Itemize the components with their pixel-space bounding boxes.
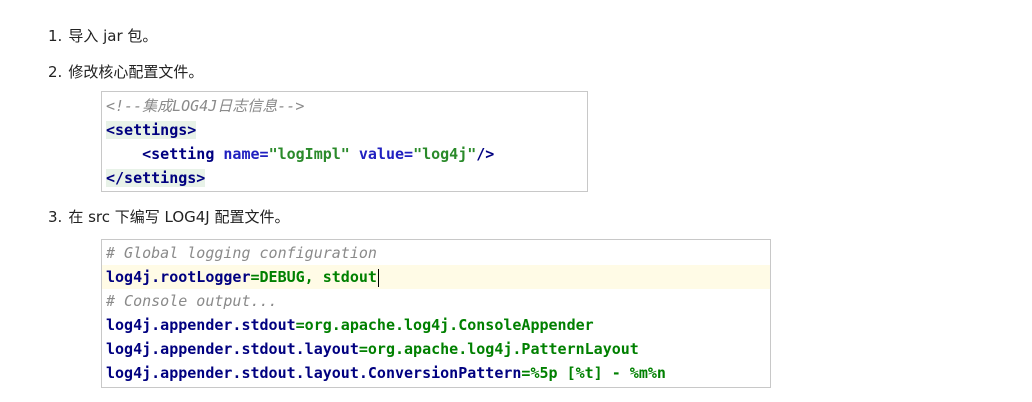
xml-tag: /> — [476, 145, 495, 163]
code-line: <settings> — [102, 118, 587, 142]
code-comment: # Global logging configuration — [106, 244, 377, 262]
step-number: 2. — [48, 63, 63, 81]
step-number: 3. — [48, 208, 63, 226]
step-text: 在 src 下编写 LOG4J 配置文件。 — [68, 208, 290, 226]
prop-value: =%5p [%t] - %m%n — [521, 364, 666, 382]
code-line: log4j.appender.stdout.layout.ConversionP… — [102, 361, 770, 385]
prop-key: log4j.appender.stdout.layout — [106, 340, 359, 358]
prop-value: =DEBUG, stdout — [250, 268, 377, 286]
step-3: 3. 在 src 下编写 LOG4J 配置文件。 — [48, 207, 290, 227]
step-text: 修改核心配置文件。 — [68, 63, 204, 81]
code-comment: # Console output... — [106, 292, 278, 310]
step-1: 1. 导入 jar 包。 — [48, 26, 157, 46]
xml-code-block: <!--集成LOG4J日志信息--> <settings> <setting n… — [101, 91, 588, 192]
xml-attr: name= — [223, 145, 269, 163]
text-caret — [377, 268, 379, 287]
code-line: log4j.appender.stdout=org.apache.log4j.C… — [102, 313, 770, 337]
code-line-current: log4j.rootLogger=DEBUG, stdout — [102, 265, 770, 289]
prop-key: log4j.rootLogger — [106, 268, 251, 286]
xml-tag: <settings> — [106, 121, 197, 139]
step-number: 1. — [48, 27, 63, 45]
code-line: </settings> — [102, 166, 587, 190]
xml-string: "logImpl" — [268, 145, 350, 163]
prop-key: log4j.appender.stdout.layout.ConversionP… — [106, 364, 522, 382]
prop-key: log4j.appender.stdout — [106, 316, 296, 334]
xml-tag: </settings> — [106, 169, 206, 187]
step-text: 导入 jar 包。 — [68, 27, 158, 45]
properties-code-block: # Global logging configuration log4j.roo… — [101, 239, 771, 388]
xml-string: "log4j" — [413, 145, 477, 163]
xml-tag: <setting — [142, 145, 224, 163]
xml-attr: value= — [349, 145, 414, 163]
prop-value: =org.apache.log4j.PatternLayout — [358, 340, 639, 358]
code-line: <setting name="logImpl" value="log4j"/> — [102, 142, 587, 166]
code-comment: <!--集成LOG4J日志信息--> — [106, 97, 305, 115]
step-2: 2. 修改核心配置文件。 — [48, 62, 203, 82]
prop-value: =org.apache.log4j.ConsoleAppender — [295, 316, 594, 334]
code-line: log4j.appender.stdout.layout=org.apache.… — [102, 337, 770, 361]
